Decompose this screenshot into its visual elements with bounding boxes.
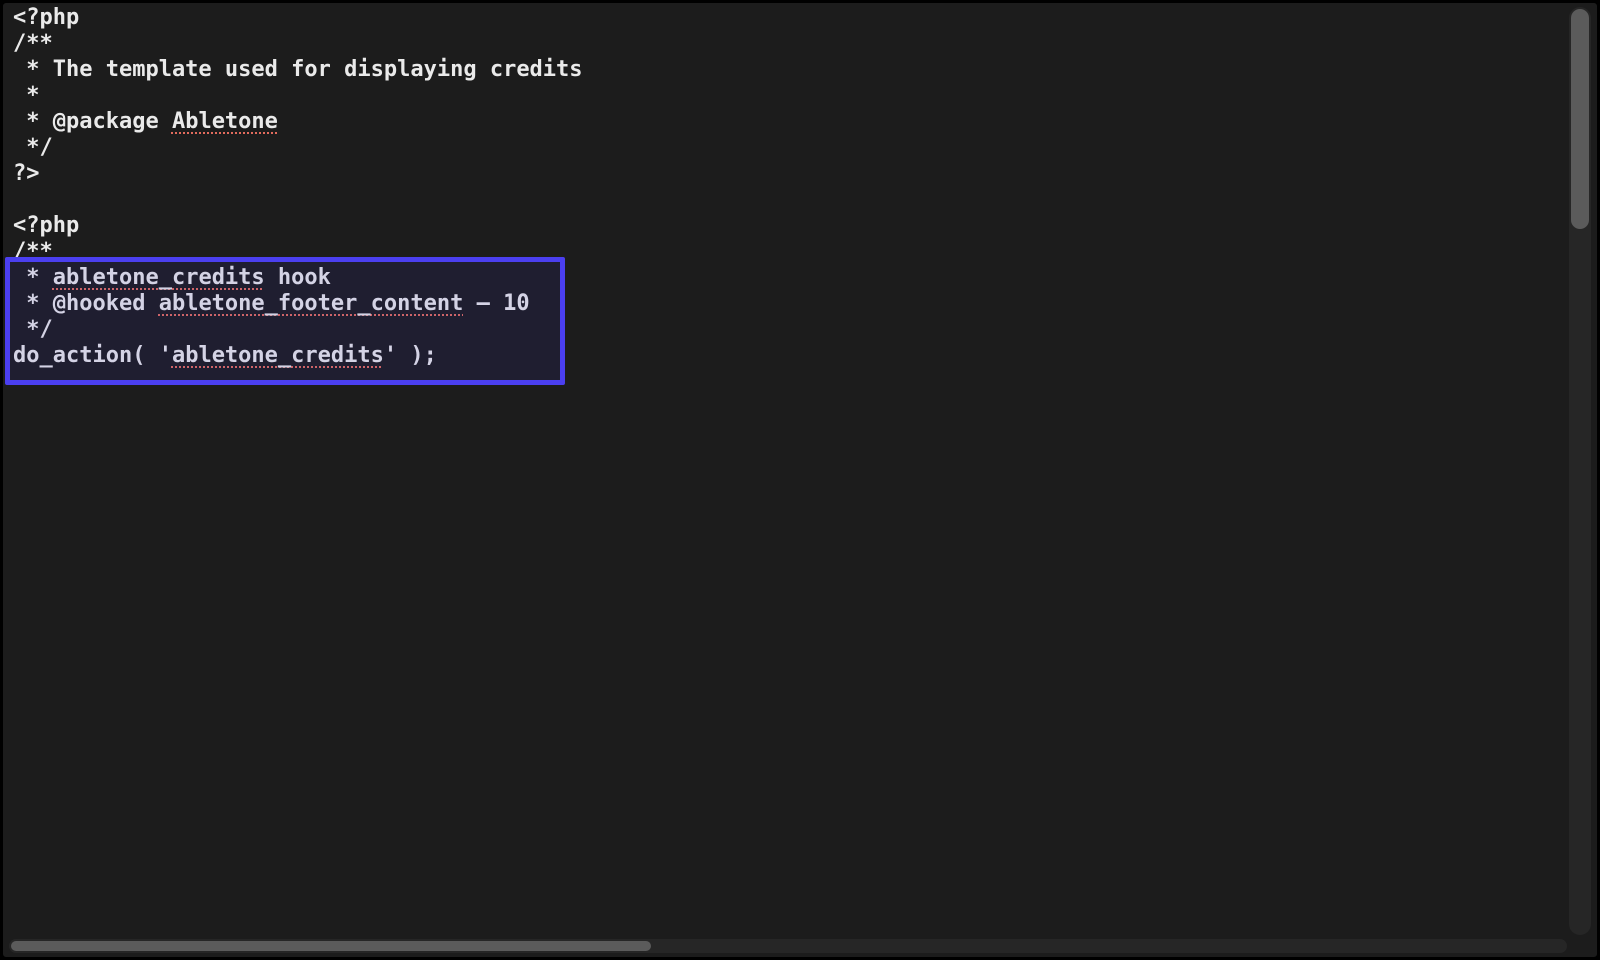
code-text: *	[13, 265, 53, 290]
code-text: ?>	[13, 161, 40, 186]
spell-error-word: abletone_credits	[172, 343, 384, 368]
code-text: <?php	[13, 213, 79, 238]
code-line[interactable]: <?php	[13, 5, 1562, 31]
spell-error-word: Abletone	[172, 109, 278, 134]
code-text: do_action( '	[13, 343, 172, 368]
code-line[interactable]: <?php	[13, 213, 1562, 239]
editor-window: <?php/** * The template used for display…	[0, 0, 1600, 960]
code-line[interactable]: do_action( 'abletone_credits' );	[13, 343, 1562, 369]
code-text: *	[13, 83, 40, 108]
code-text: <?php	[13, 5, 79, 30]
code-text: * @hooked	[13, 291, 159, 316]
code-line[interactable]: */	[13, 135, 1562, 161]
code-line[interactable]: * @package Abletone	[13, 109, 1562, 135]
code-text: * The template used for displaying credi…	[13, 57, 583, 82]
code-line[interactable]: ?>	[13, 161, 1562, 187]
code-text: /**	[13, 239, 53, 264]
spell-error-word: abletone_credits	[53, 265, 265, 290]
vertical-scroll-thumb[interactable]	[1571, 9, 1589, 229]
code-text: * @package	[13, 109, 172, 134]
spell-error-word: abletone_footer_content	[159, 291, 464, 316]
code-line[interactable]: /**	[13, 31, 1562, 57]
code-line[interactable]: *	[13, 83, 1562, 109]
code-line[interactable]	[13, 187, 1562, 213]
code-line[interactable]: * abletone_credits hook	[13, 265, 1562, 291]
code-line[interactable]: */	[13, 317, 1562, 343]
horizontal-scrollbar[interactable]	[9, 939, 1567, 953]
code-line[interactable]: /**	[13, 239, 1562, 265]
code-area[interactable]: <?php/** * The template used for display…	[13, 5, 1562, 937]
code-text: – 10	[463, 291, 529, 316]
horizontal-scroll-thumb[interactable]	[11, 941, 651, 951]
vertical-scrollbar[interactable]	[1569, 7, 1591, 935]
code-text: */	[13, 317, 53, 342]
code-text: /**	[13, 31, 53, 56]
code-text: hook	[265, 265, 331, 290]
code-line[interactable]: * The template used for displaying credi…	[13, 57, 1562, 83]
code-text: */	[13, 135, 53, 160]
code-line[interactable]: * @hooked abletone_footer_content – 10	[13, 291, 1562, 317]
code-text: ' );	[384, 343, 437, 368]
